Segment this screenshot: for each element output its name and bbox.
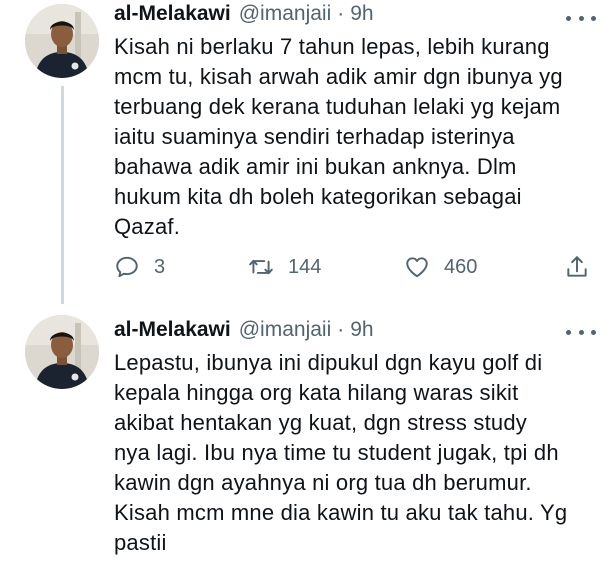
more-icon[interactable] bbox=[566, 322, 596, 342]
author-handle[interactable]: @imanjaii bbox=[239, 318, 332, 342]
avatar[interactable] bbox=[25, 4, 99, 78]
tweet-1[interactable]: al-Melakawi @imanjaii · 9h Kisah ni berl… bbox=[0, 0, 616, 304]
retweet-count: 144 bbox=[288, 255, 322, 278]
thread-line bbox=[61, 86, 64, 304]
share-icon bbox=[567, 256, 587, 277]
reply-count: 3 bbox=[154, 255, 166, 278]
tweet-header: al-Melakawi @imanjaii · 9h bbox=[114, 318, 374, 348]
separator: · bbox=[337, 318, 345, 341]
author-name[interactable]: al-Melakawi bbox=[114, 318, 231, 342]
avatar-image bbox=[25, 4, 99, 78]
separator: · bbox=[337, 2, 345, 25]
like-button[interactable]: 460 bbox=[404, 254, 477, 280]
reply-button[interactable]: 3 bbox=[114, 254, 165, 280]
tweet-header: al-Melakawi @imanjaii · 9h bbox=[114, 2, 374, 32]
reply-icon bbox=[116, 256, 138, 278]
tweet-text: Kisah ni berlaku 7 tahun lepas, lebih ku… bbox=[114, 34, 563, 239]
timestamp[interactable]: 9h bbox=[350, 318, 373, 342]
author-name[interactable]: al-Melakawi bbox=[114, 2, 231, 26]
heart-icon bbox=[406, 257, 428, 278]
avatar-image bbox=[25, 315, 99, 389]
more-icon[interactable] bbox=[566, 8, 596, 28]
tweet-actions: 3 144 460 bbox=[114, 254, 604, 288]
avatar[interactable] bbox=[25, 315, 99, 389]
share-button[interactable] bbox=[564, 254, 604, 280]
author-handle[interactable]: @imanjaii bbox=[239, 2, 332, 26]
tweet-text: Lepastu, ibunya ini dipukul dgn kayu gol… bbox=[114, 350, 568, 555]
retweet-icon bbox=[249, 259, 273, 275]
timestamp[interactable]: 9h bbox=[350, 2, 373, 26]
retweet-button[interactable]: 144 bbox=[248, 254, 321, 280]
tweet-2[interactable]: al-Melakawi @imanjaii · 9h Lepastu, ibun… bbox=[0, 300, 616, 565]
like-count: 460 bbox=[444, 255, 478, 278]
